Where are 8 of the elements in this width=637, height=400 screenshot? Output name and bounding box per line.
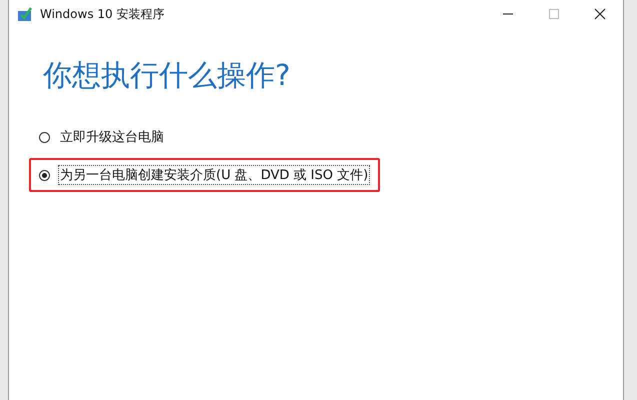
radio-button[interactable] (39, 170, 50, 180)
page-heading: 你想执行什么操作? (43, 57, 292, 94)
radio-button[interactable] (39, 132, 50, 142)
close-icon (594, 8, 606, 20)
maximize-icon (548, 8, 560, 20)
radio-option[interactable]: 立即升级这台电脑 (37, 126, 168, 148)
window-title: Windows 10 安装程序 (40, 6, 164, 22)
setup-icon (17, 6, 33, 22)
